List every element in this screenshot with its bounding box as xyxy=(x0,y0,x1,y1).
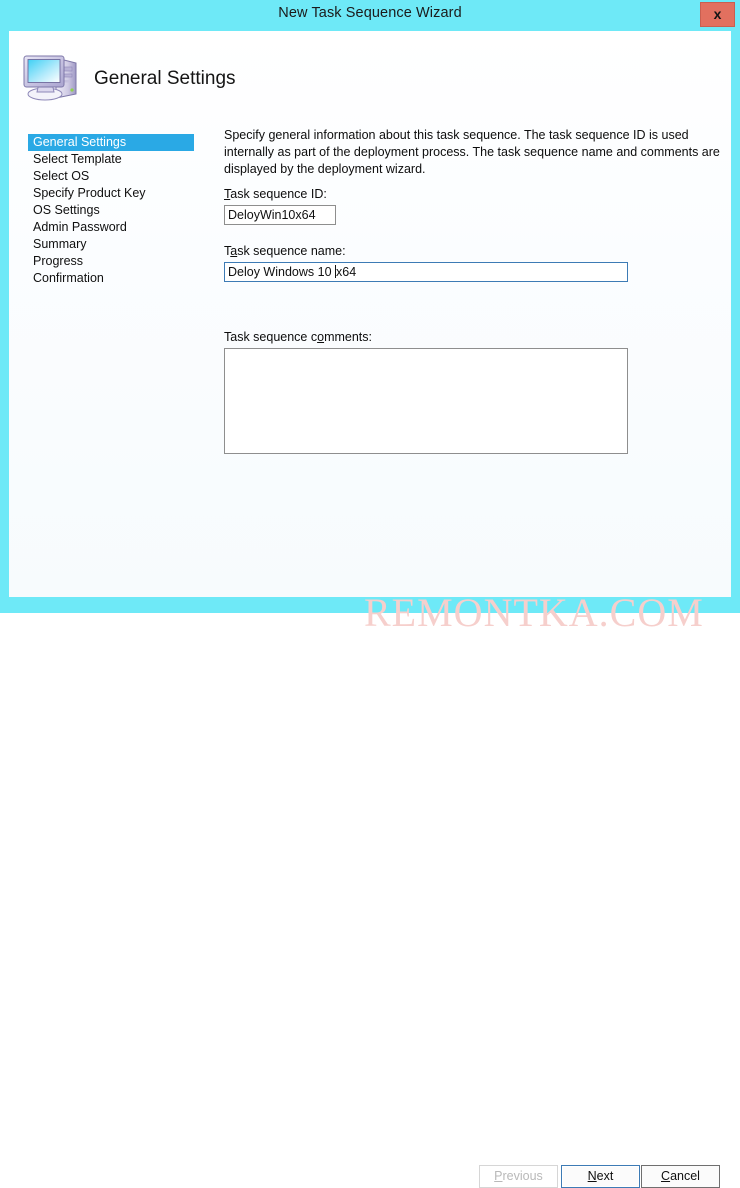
sidebar-item-select-os[interactable]: Select OS xyxy=(28,168,194,185)
task-sequence-name-label-rest: sk sequence name: xyxy=(237,244,346,258)
cancel-button[interactable]: Cancel xyxy=(641,1165,720,1188)
next-button-accel: N xyxy=(587,1169,597,1183)
task-sequence-comments-label-rest: mments: xyxy=(324,330,372,344)
close-icon: x xyxy=(713,6,722,22)
next-button[interactable]: Next xyxy=(561,1165,640,1188)
sidebar-item-summary[interactable]: Summary xyxy=(28,236,194,253)
previous-button-label: revious xyxy=(502,1169,543,1183)
wizard-page: General Settings General Settings Select… xyxy=(9,31,731,1188)
sidebar-item-general-settings[interactable]: General Settings xyxy=(28,134,194,151)
sidebar-item-confirmation[interactable]: Confirmation xyxy=(28,270,194,287)
task-sequence-name-value-before: Deloy Windows 10 xyxy=(228,265,335,279)
task-sequence-id-label: Task sequence ID: xyxy=(224,187,327,201)
cancel-button-accel: C xyxy=(661,1169,671,1183)
sidebar-item-admin-password[interactable]: Admin Password xyxy=(28,219,194,236)
close-button[interactable]: x xyxy=(700,2,735,27)
sidebar-item-select-template[interactable]: Select Template xyxy=(28,151,194,168)
sidebar-item-progress[interactable]: Progress xyxy=(28,253,194,270)
wizard-window: New Task Sequence Wizard x General Setti… xyxy=(0,0,740,1188)
page-description: Specify general information about this t… xyxy=(224,128,720,176)
wizard-step-list: General Settings Select Template Select … xyxy=(28,134,194,287)
previous-button-accel: P xyxy=(494,1169,503,1183)
task-sequence-comments-input[interactable] xyxy=(224,348,628,454)
cancel-button-label: ancel xyxy=(670,1169,700,1183)
task-sequence-name-input[interactable]: Deloy Windows 10 x64 xyxy=(224,262,628,282)
sidebar-item-os-settings[interactable]: OS Settings xyxy=(28,202,194,219)
task-sequence-name-value: Deloy Windows 10 x64 xyxy=(228,264,356,281)
task-sequence-name-value-after: x64 xyxy=(336,265,357,279)
previous-button[interactable]: Previous xyxy=(479,1165,558,1188)
computer-icon xyxy=(21,47,85,105)
page-title: General Settings xyxy=(94,68,236,89)
task-sequence-id-label-rest: ask sequence ID: xyxy=(230,187,327,201)
task-sequence-comments-label: Task sequence comments: xyxy=(224,330,372,344)
task-sequence-comments-label-pre: Task sequence c xyxy=(224,330,318,344)
titlebar: New Task Sequence Wizard x xyxy=(0,0,740,30)
next-button-label: ext xyxy=(596,1169,614,1183)
task-sequence-name-label: Task sequence name: xyxy=(224,244,346,258)
sidebar-item-specify-product-key[interactable]: Specify Product Key xyxy=(28,185,194,202)
task-sequence-id-input[interactable] xyxy=(224,205,336,225)
window-title: New Task Sequence Wizard xyxy=(278,5,462,21)
